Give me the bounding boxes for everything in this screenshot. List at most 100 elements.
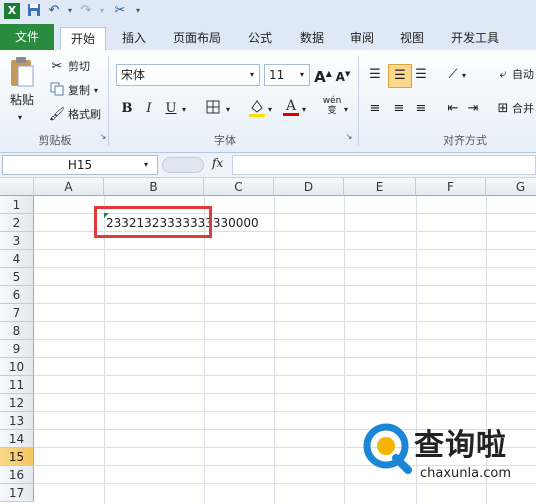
tab-data[interactable]: 数据: [290, 27, 334, 49]
select-all-corner[interactable]: [0, 178, 34, 196]
watermark-text: 查询啦: [414, 428, 507, 463]
row-header-3[interactable]: 3: [0, 232, 34, 250]
copy-button[interactable]: 复制: [68, 83, 90, 99]
column-header-e[interactable]: E: [344, 178, 416, 196]
chevron-down-icon[interactable]: ▾: [268, 102, 272, 118]
font-group-label: 字体: [214, 134, 236, 147]
column-header-f[interactable]: F: [416, 178, 486, 196]
chevron-down-icon[interactable]: ▾: [94, 3, 110, 19]
undo-icon[interactable]: ↶: [46, 3, 62, 19]
chevron-down-icon[interactable]: ▾: [144, 157, 148, 173]
row-header-5[interactable]: 5: [0, 268, 34, 286]
chevron-down-icon[interactable]: ▾: [226, 102, 230, 118]
tab-home[interactable]: 开始: [60, 27, 106, 50]
chevron-down-icon[interactable]: ▾: [250, 67, 254, 83]
copy-icon[interactable]: [48, 82, 66, 100]
wrap-text-icon[interactable]: ⤶: [494, 66, 512, 84]
row-header-6[interactable]: 6: [0, 286, 34, 304]
chevron-down-icon[interactable]: ▾: [62, 3, 78, 19]
column-header-d[interactable]: D: [274, 178, 344, 196]
row-header-15[interactable]: 15: [0, 448, 34, 466]
row-header-14[interactable]: 14: [0, 430, 34, 448]
name-box-value: H15: [67, 158, 93, 172]
chevron-down-icon[interactable]: ▾: [462, 68, 466, 84]
name-box[interactable]: H15: [2, 155, 158, 175]
watermark-url: chaxunla.com: [420, 466, 511, 481]
align-right-icon[interactable]: ≡: [412, 100, 430, 118]
chevron-down-icon[interactable]: ▾: [302, 102, 306, 118]
row-header-12[interactable]: 12: [0, 394, 34, 412]
paste-icon[interactable]: [8, 56, 36, 88]
chevron-down-icon[interactable]: ▾: [300, 67, 304, 83]
formula-input[interactable]: [232, 155, 536, 175]
insert-function-icon[interactable]: fx: [212, 156, 223, 170]
row-header-10[interactable]: 10: [0, 358, 34, 376]
tab-formulas[interactable]: 公式: [238, 27, 282, 49]
phonetic-guide-icon[interactable]: wén 变: [320, 96, 344, 116]
svg-text:A: A: [285, 98, 297, 114]
separator: [358, 56, 359, 146]
row-header-1[interactable]: 1: [0, 196, 34, 214]
tab-file[interactable]: 文件: [0, 24, 54, 50]
paste-button[interactable]: 粘贴: [10, 92, 34, 108]
bold-button[interactable]: B: [118, 100, 136, 118]
align-left-icon[interactable]: ≡: [366, 100, 384, 118]
row-header-16[interactable]: 16: [0, 466, 34, 484]
format-painter-icon[interactable]: 🖌: [48, 106, 66, 124]
formula-bar-splitter[interactable]: [162, 157, 204, 173]
align-middle-icon[interactable]: ☰: [388, 64, 412, 88]
worksheet-grid[interactable]: A B C D E F G 1 2 3 4 5 6 7 8 9 10 11 12…: [0, 178, 536, 504]
align-bottom-icon[interactable]: ☰: [412, 66, 430, 84]
underline-button[interactable]: U: [162, 100, 180, 118]
wrap-text-button[interactable]: 自动: [512, 67, 534, 83]
merge-button[interactable]: 合并: [512, 101, 534, 117]
excel-icon[interactable]: X: [4, 3, 20, 19]
font-color-icon[interactable]: A: [282, 97, 300, 116]
column-header-c[interactable]: C: [204, 178, 274, 196]
tools-icon[interactable]: ✂: [112, 3, 128, 19]
tab-review[interactable]: 审阅: [340, 27, 384, 49]
customize-toolbar-icon[interactable]: ▾: [130, 3, 146, 19]
redo-icon[interactable]: ↷: [78, 3, 94, 19]
dialog-launcher-icon[interactable]: ↘: [98, 132, 108, 141]
row-header-9[interactable]: 9: [0, 340, 34, 358]
grow-font-icon[interactable]: A▲: [314, 65, 332, 86]
row-header-11[interactable]: 11: [0, 376, 34, 394]
merge-icon[interactable]: ⊞: [494, 100, 512, 118]
shrink-font-icon[interactable]: A▼: [334, 65, 352, 84]
chevron-down-icon[interactable]: ▾: [94, 83, 98, 99]
tab-view[interactable]: 视图: [390, 27, 434, 49]
row-header-13[interactable]: 13: [0, 412, 34, 430]
cut-button[interactable]: 剪切: [68, 59, 90, 75]
tab-insert[interactable]: 插入: [112, 27, 156, 49]
align-center-icon[interactable]: ≡: [390, 100, 408, 118]
column-header-a[interactable]: A: [34, 178, 104, 196]
cut-icon[interactable]: ✂: [48, 58, 66, 76]
row-header-4[interactable]: 4: [0, 250, 34, 268]
chevron-down-icon[interactable]: ▾: [18, 110, 22, 126]
font-name-field[interactable]: 宋体: [116, 64, 260, 86]
dialog-launcher-icon[interactable]: ↘: [344, 132, 354, 141]
separator: [108, 56, 109, 146]
orientation-icon[interactable]: ⟋: [444, 66, 462, 84]
decrease-indent-icon[interactable]: ⇤: [444, 100, 462, 118]
format-painter-button[interactable]: 格式刷: [68, 107, 101, 123]
italic-button[interactable]: I: [140, 100, 158, 118]
save-icon[interactable]: [26, 3, 42, 19]
chevron-down-icon[interactable]: ▾: [344, 102, 348, 118]
align-top-icon[interactable]: ☰: [366, 66, 384, 84]
tab-page-layout[interactable]: 页面布局: [164, 27, 230, 49]
chevron-down-icon[interactable]: ▾: [182, 102, 186, 118]
row-header-2[interactable]: 2: [0, 214, 34, 232]
ribbon-tabs: 文件 开始 插入 页面布局 公式 数据 审阅 视图 开发工具: [0, 24, 536, 50]
row-header-8[interactable]: 8: [0, 322, 34, 340]
row-header-7[interactable]: 7: [0, 304, 34, 322]
increase-indent-icon[interactable]: ⇥: [464, 100, 482, 118]
tab-developer[interactable]: 开发工具: [442, 27, 508, 49]
row-header-17[interactable]: 17: [0, 484, 34, 502]
borders-icon[interactable]: [204, 100, 222, 118]
column-header-b[interactable]: B: [104, 178, 204, 196]
fill-color-icon[interactable]: [248, 98, 266, 117]
column-header-g[interactable]: G: [486, 178, 536, 196]
alignment-group-label: 对齐方式: [443, 134, 487, 147]
